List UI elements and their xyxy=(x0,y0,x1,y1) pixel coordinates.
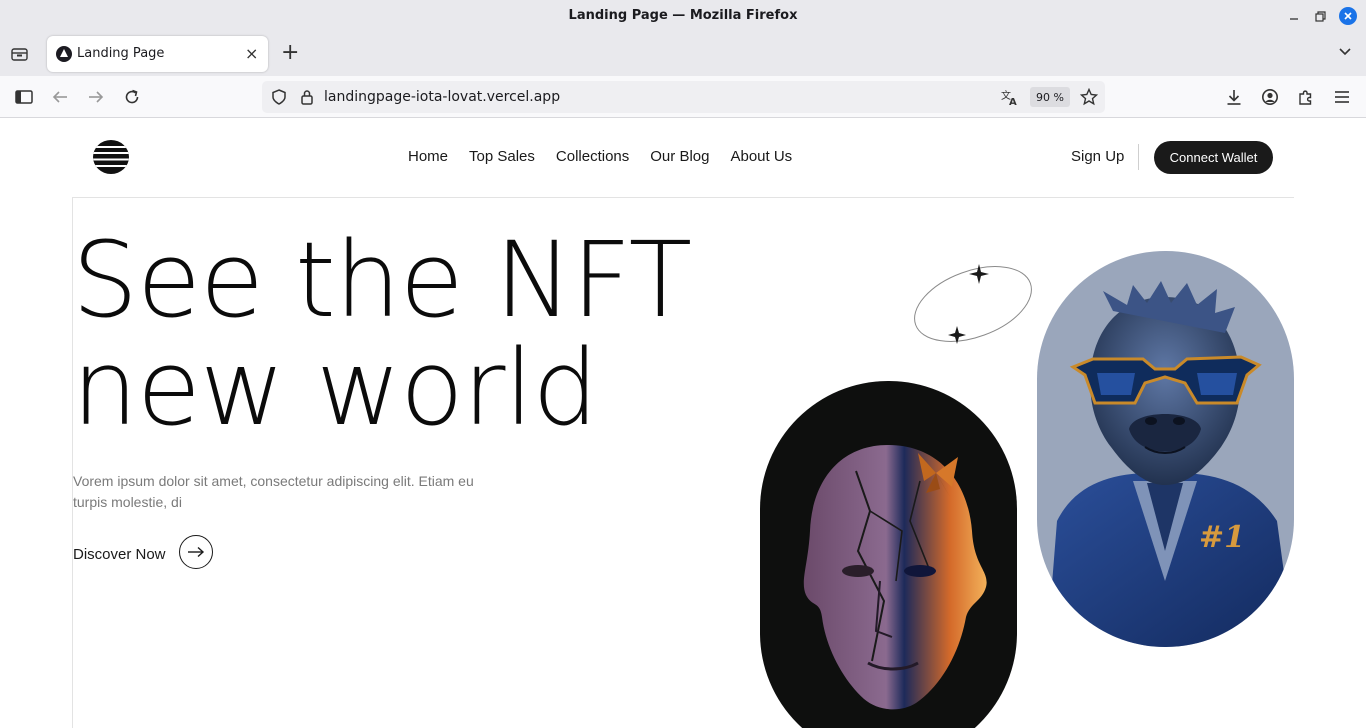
rank-badge: #1 xyxy=(1199,520,1245,555)
svg-text:A: A xyxy=(1009,97,1017,106)
cracked-head-art-icon[interactable] xyxy=(760,381,1017,728)
navigation-toolbar: landingpage-iota-lovat.vercel.app 文A 90 … xyxy=(0,76,1366,118)
hero-description: Vorem ipsum dolor sit amet, consectetur … xyxy=(73,473,474,510)
site-logo-icon[interactable] xyxy=(92,139,130,175)
close-window-icon[interactable] xyxy=(1339,7,1357,25)
url-bar[interactable]: landingpage-iota-lovat.vercel.app 文A 90 … xyxy=(262,81,1105,113)
lock-icon[interactable] xyxy=(297,87,317,107)
discover-now-link[interactable]: Discover Now xyxy=(73,546,166,563)
minimize-icon[interactable] xyxy=(1285,7,1303,25)
zoom-level-badge[interactable]: 90 % xyxy=(1030,87,1070,107)
hero-title-line-2: new world xyxy=(72,327,598,449)
nav-link-about-us[interactable]: About Us xyxy=(730,148,792,165)
landing-page: Home Top Sales Collections Our Blog Abou… xyxy=(0,118,1366,728)
hero-title: See the NFT new world xyxy=(72,219,692,449)
back-icon[interactable] xyxy=(50,87,70,107)
vercel-favicon-icon xyxy=(56,46,72,62)
reload-icon[interactable] xyxy=(122,87,142,107)
chevron-down-icon[interactable] xyxy=(1337,44,1353,60)
site-nav: Home Top Sales Collections Our Blog Abou… xyxy=(408,148,792,165)
tab-list-icon[interactable] xyxy=(10,45,30,63)
connect-wallet-button[interactable]: Connect Wallet xyxy=(1154,141,1273,174)
orbit-sparkle-icon xyxy=(905,258,1045,348)
bookmark-star-icon[interactable] xyxy=(1079,87,1099,107)
nav-divider xyxy=(1138,144,1139,170)
new-tab-icon[interactable]: + xyxy=(281,42,299,64)
translate-icon[interactable]: 文A xyxy=(1000,87,1020,107)
nav-link-home[interactable]: Home xyxy=(408,148,448,165)
account-icon[interactable] xyxy=(1260,87,1280,107)
forward-icon[interactable] xyxy=(86,87,106,107)
tab-landing-page[interactable]: Landing Page × xyxy=(47,36,268,72)
nav-link-top-sales[interactable]: Top Sales xyxy=(469,148,535,165)
restore-icon[interactable] xyxy=(1311,7,1329,25)
sign-up-link[interactable]: Sign Up xyxy=(1071,148,1124,165)
close-tab-icon[interactable]: × xyxy=(245,44,258,63)
window-title: Landing Page — Mozilla Firefox xyxy=(568,8,798,23)
extensions-icon[interactable] xyxy=(1296,87,1316,107)
arrow-right-icon[interactable] xyxy=(179,535,213,569)
hero-divider-top xyxy=(72,197,1294,198)
gorilla-sunglasses-art-icon[interactable]: #1 xyxy=(1037,251,1294,647)
shield-icon[interactable] xyxy=(269,87,289,107)
menu-icon[interactable] xyxy=(1332,87,1352,107)
nav-link-collections[interactable]: Collections xyxy=(556,148,629,165)
url-text[interactable]: landingpage-iota-lovat.vercel.app xyxy=(324,89,560,105)
hero-title-line-1: See the NFT xyxy=(72,219,692,341)
downloads-icon[interactable] xyxy=(1224,87,1244,107)
tab-title: Landing Page xyxy=(77,46,165,61)
window-titlebar: Landing Page — Mozilla Firefox xyxy=(0,0,1366,33)
nav-link-our-blog[interactable]: Our Blog xyxy=(650,148,709,165)
sidebar-icon[interactable] xyxy=(14,87,34,107)
tab-bar: Landing Page × + xyxy=(0,33,1366,76)
